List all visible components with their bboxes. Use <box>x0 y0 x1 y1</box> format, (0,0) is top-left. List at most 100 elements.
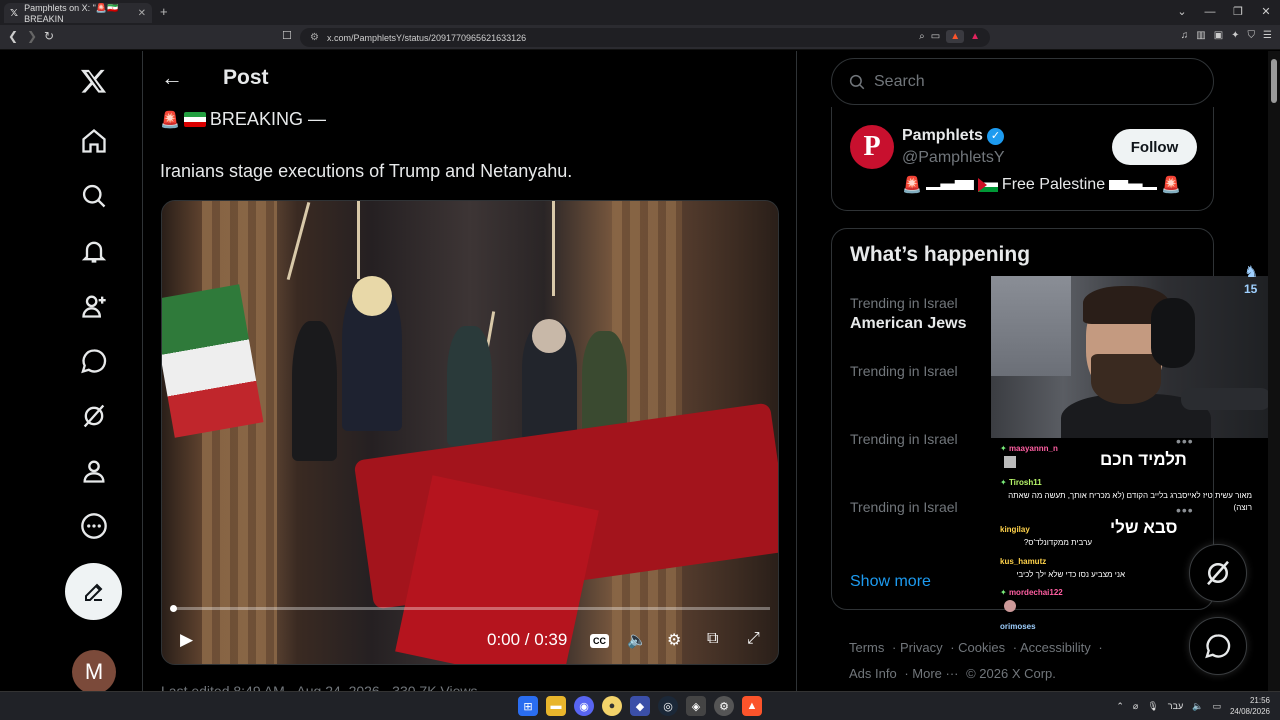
nav-home[interactable] <box>66 118 122 164</box>
profile-avatar[interactable]: P <box>850 125 894 169</box>
profile-name-row[interactable]: Pamphlets ✓ <box>902 127 1004 145</box>
url-text[interactable]: x.com/PamphletsY/status/2091770965621633… <box>327 33 526 43</box>
forward-icon[interactable]: ❯ <box>27 29 37 43</box>
cast-icon[interactable]: ▭ <box>931 31 940 42</box>
minimize-button[interactable]: — <box>1196 0 1224 25</box>
chat-message: orimoses <box>1000 622 1036 631</box>
grok-float-button[interactable] <box>1189 544 1247 602</box>
nav-grok[interactable] <box>66 393 122 439</box>
footer-terms-link[interactable]: Terms <box>849 640 884 655</box>
search-icon <box>849 74 865 89</box>
page-scrollbar[interactable] <box>1268 51 1280 691</box>
chat-username: ✦ maayannn_n <box>1000 444 1058 453</box>
brave-rewards-icon[interactable]: ▲ <box>970 31 980 42</box>
start-icon[interactable]: ⊞ <box>518 696 538 716</box>
bell-icon <box>81 241 107 263</box>
sidebar-icon[interactable]: ▥ <box>1196 30 1205 41</box>
nav-notifications[interactable] <box>66 228 122 274</box>
brave-shield-icon[interactable]: ▲ <box>946 30 965 43</box>
compose-post-button[interactable] <box>65 563 122 620</box>
back-icon[interactable]: ❮ <box>8 29 18 43</box>
chat-message: kus_hamutz אני מצביע נסו כדי שלא ילך לכי… <box>1000 557 1125 581</box>
site-settings-icon[interactable]: ⚙ <box>310 32 319 43</box>
trend-item[interactable]: Trending in Israel American Jews <box>850 295 967 333</box>
stream-badge-count: 15 <box>1244 282 1258 296</box>
file-explorer-icon[interactable]: ▬ <box>546 696 566 716</box>
chat-text: ערבית ממקדונלד'ס? <box>1023 538 1092 547</box>
clock-time: 21:56 <box>1249 696 1270 705</box>
menu-icon[interactable]: ☰ <box>1263 30 1272 41</box>
volume-icon[interactable]: 🔈 <box>1192 701 1203 712</box>
discord-icon[interactable]: ◉ <box>574 696 594 716</box>
address-bar[interactable]: ⚙ x.com/PamphletsY/status/20917709656216… <box>300 28 990 47</box>
search-box[interactable] <box>831 58 1214 105</box>
browser-tab[interactable]: 𝕏 Pamphlets on X: "🚨🇮🇷 BREAKIN ✕ <box>4 3 152 24</box>
nav-profile[interactable] <box>66 448 122 494</box>
tray-expand-icon[interactable]: ⌃ <box>1116 701 1124 712</box>
nav-follow[interactable] <box>66 283 122 329</box>
zoom-icon[interactable]: ⌕ <box>919 31 925 42</box>
back-arrow-icon[interactable]: ← <box>161 65 201 91</box>
captions-button[interactable]: CC <box>590 634 609 648</box>
wallet-icon[interactable]: ▣ <box>1214 30 1223 41</box>
post-header: ← Post <box>161 65 269 91</box>
signal-bars-icon <box>925 180 974 190</box>
messages-float-button[interactable] <box>1189 617 1247 675</box>
video-progress-knob[interactable] <box>170 605 177 612</box>
close-window-button[interactable]: ✕ <box>1252 0 1280 25</box>
play-icon[interactable]: ▶ <box>180 630 193 650</box>
profile-icon <box>83 460 105 483</box>
volume-icon[interactable]: 🔈 <box>627 630 647 650</box>
fullscreen-icon[interactable]: ⤢ <box>747 630 760 648</box>
settings-gear-icon[interactable]: ⚙ <box>714 696 734 716</box>
leo-icon[interactable]: ✦ <box>1231 30 1239 41</box>
steam-icon[interactable]: ◎ <box>658 696 678 716</box>
close-tab-icon[interactable]: ✕ <box>138 8 146 19</box>
network-icon[interactable]: ⌀ <box>1133 701 1138 712</box>
system-clock[interactable]: 21:56 24/08/2026 <box>1230 695 1270 717</box>
chat-text: אני מצביע נסו כדי שלא ילך לכיבי <box>1016 570 1125 579</box>
pip-icon[interactable]: ⧉ <box>707 630 718 648</box>
scrollbar-thumb[interactable] <box>1271 59 1277 103</box>
app-icon[interactable]: ● <box>602 696 622 716</box>
x-home-logo[interactable] <box>66 58 122 104</box>
chat-message: kingilay ערבית ממקדונלד'ס? <box>1000 525 1092 549</box>
reload-icon[interactable]: ↻ <box>44 29 54 43</box>
video-progress-bar[interactable] <box>170 605 770 612</box>
footer-more-link[interactable]: More ··· <box>912 666 958 681</box>
footer-privacy-link[interactable]: Privacy <box>900 640 943 655</box>
account-avatar[interactable]: M <box>72 650 116 691</box>
profile-name[interactable]: Pamphlets <box>902 127 983 145</box>
brave-icon[interactable]: ▲ <box>742 696 762 716</box>
video-player[interactable]: ▶ 0:00 / 0:39 CC 🔈 ⚙ ⧉ ⤢ <box>161 200 779 665</box>
footer-ads-info-link[interactable]: Ads Info <box>849 666 897 681</box>
follow-button[interactable]: Follow <box>1112 129 1197 165</box>
trend-item[interactable]: Trending in Israel <box>850 363 958 383</box>
search-input[interactable] <box>874 72 1194 91</box>
show-more-link[interactable]: Show more <box>850 573 931 591</box>
nav-more[interactable] <box>66 503 122 549</box>
vpn-icon[interactable]: ⛉ <box>1248 30 1256 41</box>
settings-gear-icon[interactable]: ⚙ <box>667 630 681 650</box>
nav-explore[interactable] <box>66 173 122 219</box>
battery-icon[interactable]: ▭ <box>1212 701 1221 712</box>
trend-item[interactable]: Trending in Israel <box>850 431 958 451</box>
app-icon[interactable]: ◆ <box>630 696 650 716</box>
footer-cookies-link[interactable]: Cookies <box>958 640 1005 655</box>
media-icon[interactable]: ♫ <box>1181 30 1189 41</box>
new-tab-button[interactable]: + <box>160 4 168 19</box>
app-icon[interactable]: ◈ <box>686 696 706 716</box>
mic-icon[interactable]: 🎙 <box>1147 701 1158 712</box>
chat-username: kingilay <box>1000 525 1030 534</box>
profile-bio-text: Free Palestine <box>1001 176 1106 193</box>
maximize-button[interactable]: ❐ <box>1224 0 1252 25</box>
nav-chat[interactable] <box>66 338 122 384</box>
bookmark-icon[interactable]: ☐ <box>282 29 292 42</box>
footer-copyright: © 2026 X Corp. <box>966 666 1056 681</box>
trend-item[interactable]: Trending in Israel <box>850 499 958 519</box>
chat-text: מאור עשית טיז לאייסברג בלייב הקודם (לא מ… <box>1008 491 1252 512</box>
tab-list-icon[interactable]: ⌄ <box>1168 0 1196 25</box>
profile-handle[interactable]: @PamphletsY <box>902 149 1005 167</box>
video-time: 0:00 / 0:39 <box>487 630 568 649</box>
language-indicator[interactable]: עבר <box>1168 701 1183 711</box>
